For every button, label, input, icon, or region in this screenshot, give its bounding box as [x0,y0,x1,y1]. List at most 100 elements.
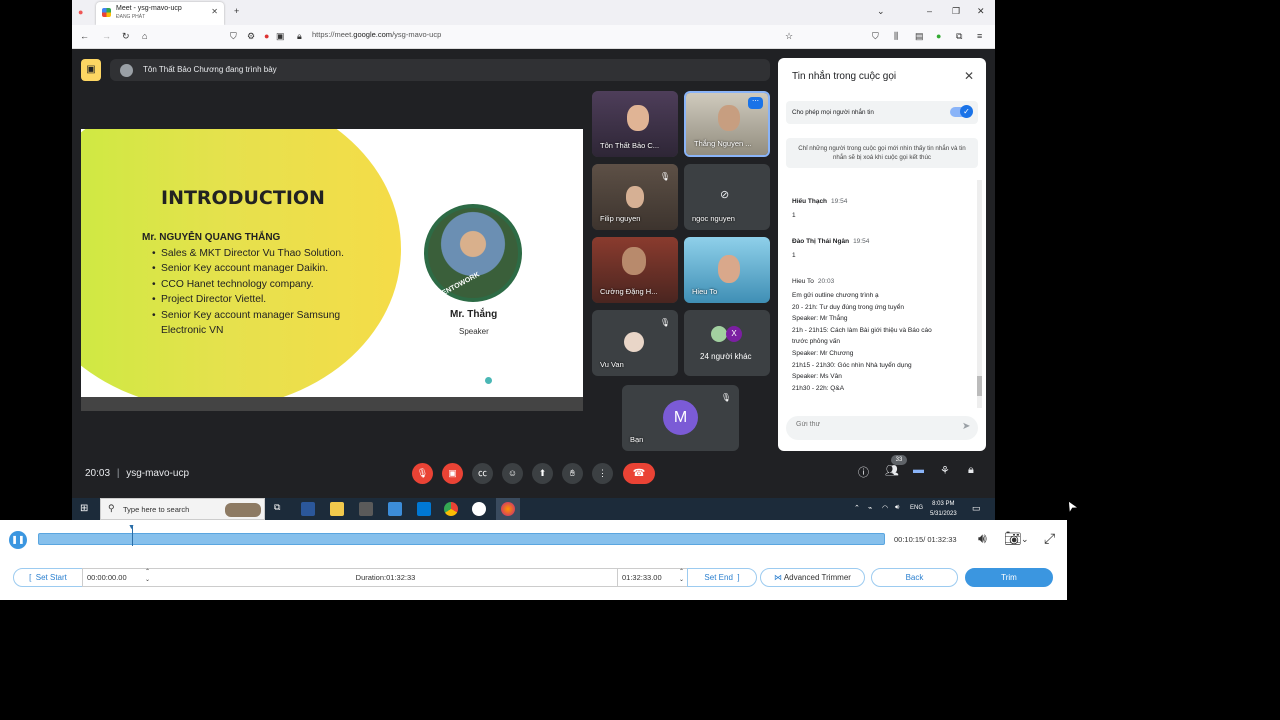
camera-toggle-icon[interactable]: ▣ [442,463,463,484]
chevron-down-icon[interactable]: ⌄ [1021,534,1029,545]
set-start-button[interactable]: [ Set Start [13,568,83,587]
participant-avatar: X [726,326,742,342]
language-indicator[interactable]: ENG [910,505,923,511]
present-icon[interactable]: ⬆ [532,463,553,484]
notifications-icon[interactable]: ▭ [972,503,981,514]
end-call-button[interactable]: ☎ [623,463,655,484]
mail-icon[interactable] [417,502,431,516]
stepper-icon[interactable]: ⌃ ⌄ [145,568,150,584]
firefox-menu-icon[interactable]: ● [78,7,83,17]
extensions-icon[interactable]: ⧉ [956,31,962,42]
url-bar[interactable]: https://meet.google.com/ysg-mavo-ucp [312,30,441,39]
wifi-icon[interactable]: ◠ [882,504,888,512]
advanced-trimmer-button[interactable]: ⋈ Advanced Trimmer [760,568,865,587]
lock-icon[interactable]: 🔒︎ [297,31,302,42]
participant-tile[interactable]: Cường Đặng H... [592,237,678,303]
chat-scrollbar-thumb[interactable] [977,376,982,396]
back-button[interactable]: Back [871,568,958,587]
stop-presenting-icon[interactable]: ▣ [81,59,101,81]
tab-subtitle: ĐANG PHÁT [116,14,146,20]
store-icon[interactable] [359,502,373,516]
others-tile[interactable]: X 24 người khác [684,310,770,376]
reload-icon[interactable]: ↻ [122,31,130,42]
participant-tile-active[interactable]: ⋯ Thắng Nguyen ... [684,91,770,157]
microphone-icon[interactable]: ● [264,31,269,41]
new-tab-icon[interactable]: + [234,6,239,16]
host-controls-icon[interactable]: 🔒︎ [968,464,974,477]
slide-controls-bar[interactable] [81,397,583,411]
raise-hand-icon[interactable]: ✋︎ [562,463,583,484]
participant-tile[interactable]: Tôn Thất Bảo C... [592,91,678,157]
emoji-icon[interactable]: ☺ [502,463,523,484]
end-time-field[interactable]: 01:32:33.00 ⌃ ⌄ [617,568,688,587]
volume-icon[interactable]: 🔊︎ [895,504,899,512]
file-explorer-icon[interactable] [330,502,344,516]
set-end-button[interactable]: Set End ] [687,568,757,587]
chat-scrollbar[interactable] [977,180,982,408]
taskbar-clock[interactable]: 8:03 PM 5/31/2023 [930,499,957,519]
participant-tile[interactable]: 🎙︎ Vu Van [592,310,678,376]
allow-chat-toggle[interactable] [950,105,973,118]
extension-icon[interactable]: ● [936,31,941,41]
windows-taskbar: ⊞ ⚲ Type here to search ⧉ ⌃ ⌁ ◠ 🔊︎ ENG 8… [72,498,995,520]
app-icon[interactable] [388,502,402,516]
bookmark-star-icon[interactable]: ☆ [785,31,793,42]
forward-icon[interactable]: → [102,31,111,41]
tray-arrow-icon[interactable]: ⌃ [854,504,860,512]
pocket-icon[interactable]: ⛉ [872,31,879,42]
chat-icon[interactable]: ▬ [913,464,924,476]
home-icon[interactable]: ⌂ [142,31,147,41]
start-time-field[interactable]: 00:00:00.00 ⌃ ⌄ [82,568,154,587]
menu-icon[interactable]: ≡ [977,31,982,41]
back-icon[interactable]: ← [80,31,89,41]
self-tile[interactable]: M 🎙︎ Bạn [622,385,739,451]
muted-mic-icon: 🎙︎ [659,318,670,327]
info-icon[interactable]: ⓘ [858,464,869,480]
browser-tab[interactable]: Meet - ysg-mavo-ucp ĐANG PHÁT ✕ [96,2,224,25]
permissions-icon[interactable]: ⚙ [247,31,255,42]
chevron-down-icon[interactable]: ⌄ [877,6,885,17]
participant-tile[interactable]: 🎙︎ Filip nguyen [592,164,678,230]
firefox-icon[interactable] [501,502,515,516]
more-options-icon[interactable]: ⋮ [592,463,613,484]
window-close-icon[interactable]: ✕ [977,6,985,17]
shield-icon[interactable]: ⛉ [230,31,237,42]
restore-icon[interactable]: ❐ [952,6,960,17]
library-icon[interactable]: ⫼ [894,31,898,42]
participant-tile[interactable]: Hieu To [684,237,770,303]
message-line: trước phỏng vấn [792,338,841,346]
chat-info-note: Chỉ những người trong cuộc gọi mới nhìn … [786,138,978,168]
pause-icon[interactable]: ❚❚ [9,531,27,549]
send-icon[interactable]: ➤ [962,421,970,432]
close-icon[interactable]: ✕ [964,69,974,83]
people-icon[interactable]: 👥︎ [885,464,899,477]
playhead-marker-icon[interactable]: ▼ [128,524,135,531]
zalo-icon[interactable] [472,502,486,516]
task-view-icon[interactable]: ⧉ [274,502,288,516]
windows-start-icon[interactable]: ⊞ [80,503,88,514]
slide-speaker-role: Speaker [459,327,489,336]
timeline-track[interactable] [38,533,885,545]
participant-tile[interactable]: ⊘ ngoc nguyen [684,164,770,230]
more-options-icon[interactable]: ⋯ [748,97,763,109]
captions-icon[interactable]: ㏄ [472,463,493,484]
activities-icon[interactable]: ⚘ [940,464,950,477]
sidebar-icon[interactable]: ▤ [915,31,924,42]
set-start-label: Set Start [35,573,67,582]
word-icon[interactable] [301,502,315,516]
minimize-icon[interactable]: – [927,6,932,16]
chrome-icon[interactable] [444,502,458,516]
volume-icon[interactable]: 🔊︎ [978,530,987,547]
mic-toggle-icon[interactable]: 🎙︎ [412,463,433,484]
close-tab-icon[interactable]: ✕ [211,7,218,16]
network-icon[interactable]: ⌁ [868,504,872,512]
mouse-cursor-icon: ➤ [1061,497,1081,515]
taskbar-search[interactable]: ⚲ Type here to search [100,498,265,520]
stepper-icon[interactable]: ⌃ ⌄ [679,568,684,584]
fullscreen-icon[interactable]: ⤢ [1044,530,1055,547]
slide-bullet: Senior Key account manager Samsung Elect… [152,308,371,339]
camera-icon[interactable]: ▣ [276,31,285,42]
trim-button[interactable]: Trim [965,568,1053,587]
message-input[interactable] [796,421,936,428]
snapshot-camera-icon[interactable]: 📷︎ [1004,530,1022,547]
